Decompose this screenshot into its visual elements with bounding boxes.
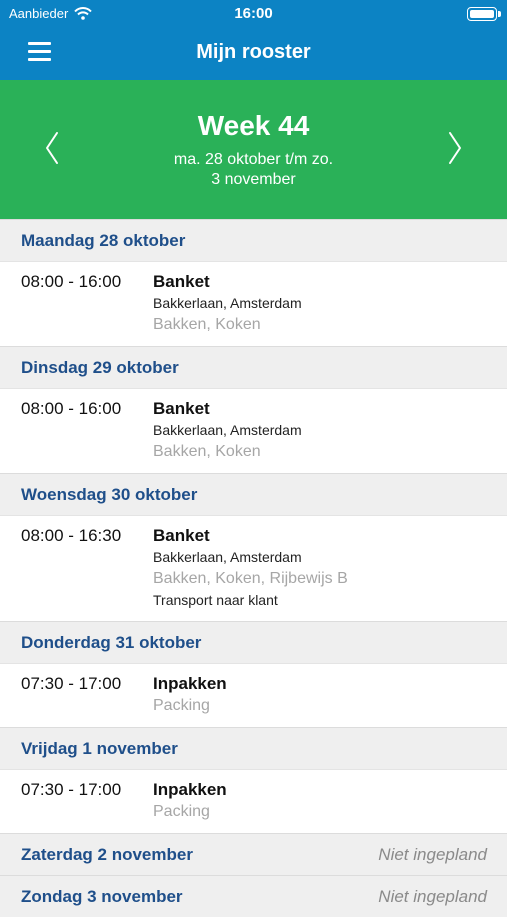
shift-name: Inpakken (153, 674, 227, 693)
shift-name: Banket (153, 399, 210, 418)
day-header-sunday: Zondag 3 november Niet ingepland (0, 875, 507, 917)
day-label: Donderdag 31 oktober (21, 632, 202, 652)
week-range-line2: 3 november (211, 171, 296, 188)
shift-location: Bakkerlaan, Amsterdam (153, 549, 302, 565)
shift-time: 08:00 - 16:00 (21, 272, 122, 291)
shift-skills: Bakken, Koken, Rijbewijs B (153, 570, 348, 587)
day-header-tuesday: Dinsdag 29 oktober (0, 346, 507, 388)
day-header-saturday: Zaterdag 2 november Niet ingepland (0, 833, 507, 875)
day-label: Dinsdag 29 oktober (21, 357, 179, 377)
week-range-line1: ma. 28 oktober t/m zo. (173, 151, 334, 168)
shift-time: 07:30 - 17:00 (21, 780, 122, 799)
shift-item[interactable]: 08:00 - 16:30 Banket Bakkerlaan, Amsterd… (0, 515, 507, 621)
week-title: Week 44 (197, 110, 310, 141)
page-title: Mijn rooster (196, 41, 311, 63)
day-header-monday: Maandag 28 oktober (0, 219, 507, 261)
shift-time: 07:30 - 17:00 (21, 674, 122, 693)
schedule-list: Maandag 28 oktober 08:00 - 16:00 Banket … (0, 219, 507, 917)
week-header: Week 44 ma. 28 oktober t/m zo. 3 novembe… (0, 80, 507, 219)
shift-name: Banket (153, 526, 210, 545)
shift-skills: Packing (153, 697, 210, 714)
status-bar: Aanbieder 16:00 (0, 0, 507, 28)
day-label: Zondag 3 november (21, 886, 183, 906)
shift-name: Inpakken (153, 780, 227, 799)
week-date-range: ma. 28 oktober t/m zo. 3 november (140, 150, 367, 190)
shift-time: 08:00 - 16:30 (21, 526, 122, 545)
shift-time: 08:00 - 16:00 (21, 399, 122, 418)
shift-item[interactable]: 07:30 - 17:00 Inpakken Packing (0, 769, 507, 833)
shift-skills: Packing (153, 803, 210, 820)
day-label: Zaterdag 2 november (21, 844, 193, 864)
day-status: Niet ingepland (378, 844, 487, 864)
clock: 16:00 (234, 5, 273, 22)
shift-skills: Bakken, Koken (153, 316, 261, 333)
navigation-bar: Mijn rooster (0, 28, 507, 80)
chevron-right-icon[interactable] (443, 130, 467, 166)
shift-skills: Bakken, Koken (153, 443, 261, 460)
shift-location: Bakkerlaan, Amsterdam (153, 422, 302, 438)
shift-location: Bakkerlaan, Amsterdam (153, 295, 302, 311)
day-header-thursday: Donderdag 31 oktober (0, 621, 507, 663)
shift-name: Banket (153, 272, 210, 291)
shift-note: Transport naar klant (153, 592, 278, 608)
day-label: Vrijdag 1 november (21, 738, 178, 758)
shift-item[interactable]: 08:00 - 16:00 Banket Bakkerlaan, Amsterd… (0, 388, 507, 473)
day-header-wednesday: Woensdag 30 oktober (0, 473, 507, 515)
day-header-friday: Vrijdag 1 november (0, 727, 507, 769)
battery-icon (467, 7, 501, 21)
shift-item[interactable]: 07:30 - 17:00 Inpakken Packing (0, 663, 507, 727)
day-label: Maandag 28 oktober (21, 230, 186, 250)
day-label: Woensdag 30 oktober (21, 484, 198, 504)
shift-item[interactable]: 08:00 - 16:00 Banket Bakkerlaan, Amsterd… (0, 261, 507, 346)
day-status: Niet ingepland (378, 886, 487, 906)
